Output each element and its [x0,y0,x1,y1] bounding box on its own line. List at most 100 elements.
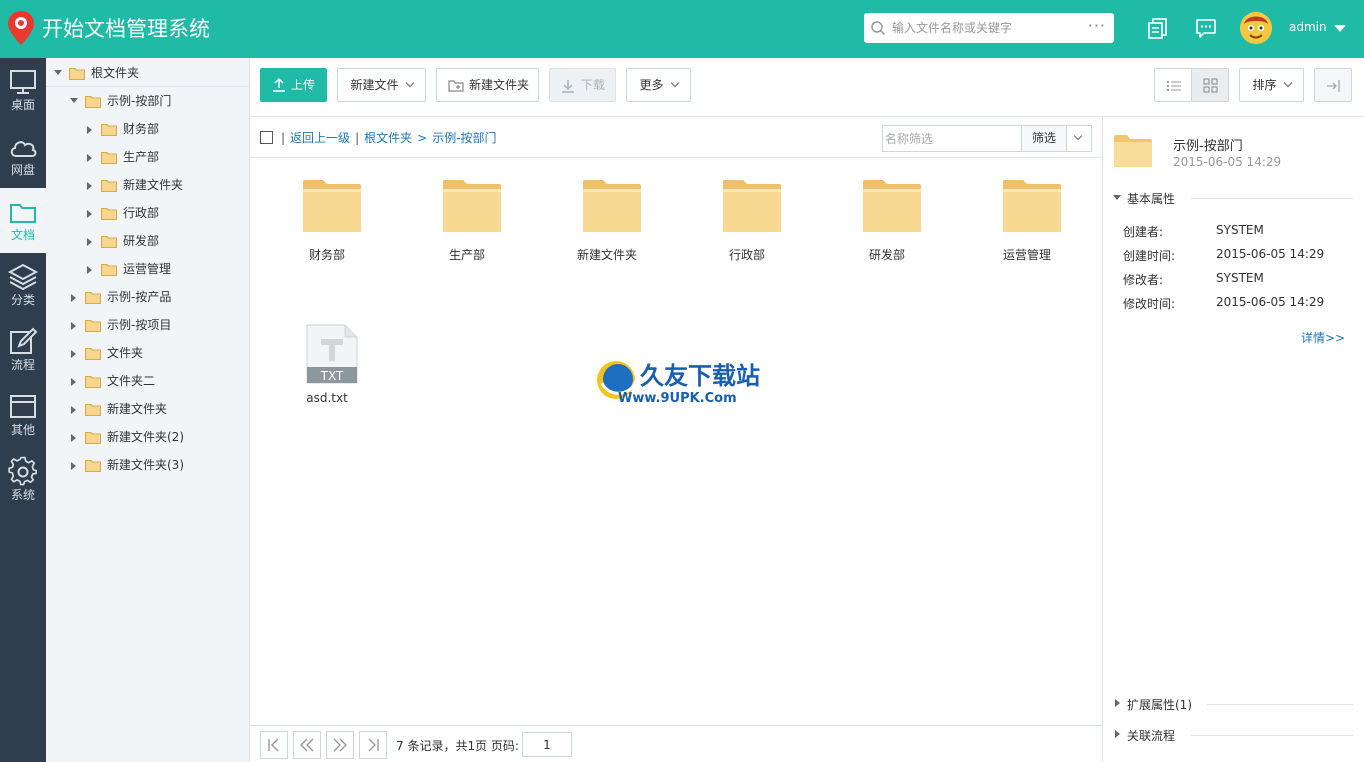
chevron-down-icon [1283,78,1292,88]
nav-desktop[interactable]: 桌面 [0,58,46,123]
tree-item[interactable]: 新建文件夹(3) [70,451,246,479]
breadcrumb-root[interactable]: 根文件夹 [364,131,412,145]
folder-icon [85,404,101,416]
search-icon [871,21,886,36]
basic-props-header[interactable]: 基本属性 [1113,189,1353,209]
select-all-checkbox[interactable] [260,131,273,144]
new-folder-button[interactable]: 新建文件夹 [436,68,539,102]
related-flow-header[interactable]: 关联流程 [1113,726,1353,746]
expand-right-icon[interactable] [71,322,76,330]
tree-item[interactable]: 示例-按部门 [70,87,246,115]
grid-icon [1203,78,1218,93]
watermark-logo: 久友下载站 Www.9UPK.Com [597,361,760,406]
nav-cloud[interactable]: 网盘 [0,123,46,188]
new-file-label: 新建文件 [350,78,399,92]
selected-time: 2015-06-05 14:29 [1173,155,1282,169]
folder-icon [85,432,101,444]
back-link[interactable]: 返回上一级 [290,131,350,145]
expand-right-icon[interactable] [71,406,76,414]
breadcrumb-current[interactable]: 示例-按部门 [432,131,496,145]
documents-icon[interactable] [1146,16,1170,40]
folder-item[interactable]: 行政部 [677,158,817,268]
filter-dropdown-button[interactable] [1066,125,1092,152]
page-number-input[interactable] [522,732,572,757]
expand-right-icon[interactable] [87,154,92,162]
expand-right-icon[interactable] [87,238,92,246]
tree-item[interactable]: 研发部 [86,227,246,255]
expand-down-icon[interactable] [54,70,62,75]
folder-item[interactable]: 生产部 [397,158,537,268]
tree-item-label: 根文件夹 [91,66,140,80]
tree-item[interactable]: 新建文件夹 [86,171,246,199]
user-menu-caret-icon[interactable] [1334,25,1346,32]
avatar-icon [1240,12,1272,44]
watermark-url: Www.9UPK.Com [618,391,737,406]
desktop-icon [10,70,36,94]
details-link[interactable]: 详情>> [1301,329,1345,346]
prev-page-icon [300,738,314,752]
expand-right-icon[interactable] [71,294,76,302]
ext-props-header[interactable]: 扩展属性(1) [1113,695,1353,715]
expand-down-icon[interactable] [70,98,78,103]
folder-icon [85,96,101,108]
expand-right-icon[interactable] [87,182,92,190]
expand-right-icon[interactable] [71,434,76,442]
next-page-button[interactable] [326,731,354,759]
nav-workflow[interactable]: 流程 [0,318,46,383]
collapse-panel-button[interactable] [1314,68,1352,102]
sort-button[interactable]: 排序 [1239,68,1304,102]
more-button[interactable]: 更多 [626,68,691,102]
user-name[interactable]: admin [1289,20,1327,34]
expand-right-icon[interactable] [71,350,76,358]
folder-icon [101,152,117,164]
file-grid: 财务部 生产部 新建文件夹 行政部 研发部 运营管理 TXT asd.txt [250,158,1102,725]
expand-right-icon[interactable] [87,210,92,218]
upload-button[interactable]: 上传 [260,68,327,102]
tree-item[interactable]: 新建文件夹 [70,395,246,423]
nav-category[interactable]: 分类 [0,253,46,318]
expand-right-icon[interactable] [71,462,76,470]
nav-system[interactable]: 系统 [0,448,46,513]
tree-item[interactable]: 财务部 [86,115,246,143]
file-item[interactable]: TXT asd.txt [257,301,397,411]
download-button[interactable]: 下载 [549,68,616,102]
nav-label: 系统 [10,488,35,502]
expand-right-icon[interactable] [87,266,92,274]
prop-key: 创建者: [1123,225,1164,239]
grid-view-button[interactable] [1191,68,1229,102]
folder-icon [101,208,117,220]
search-more-button[interactable]: ··· [1088,17,1106,35]
filter-button[interactable]: 筛选 [1021,125,1067,152]
expand-right-icon[interactable] [87,126,92,134]
folder-icon [85,376,101,388]
tree-item[interactable]: 运营管理 [86,255,246,283]
folder-icon [101,236,117,248]
file-name: asd.txt [306,391,348,405]
tree-item[interactable]: 生产部 [86,143,246,171]
tree-item[interactable]: 示例-按产品 [70,283,246,311]
expand-right-icon[interactable] [71,378,76,386]
list-view-button[interactable] [1154,68,1192,102]
tree-root[interactable]: 根文件夹 [54,59,246,87]
name-filter-input[interactable] [882,125,1022,152]
folder-item[interactable]: 新建文件夹 [537,158,677,268]
tree-item[interactable]: 新建文件夹(2) [70,423,246,451]
folder-item[interactable]: 财务部 [257,158,397,268]
new-file-button[interactable]: 新建文件 [337,68,426,102]
tree-item[interactable]: 行政部 [86,199,246,227]
message-icon[interactable] [1194,16,1218,40]
prev-page-button[interactable] [293,731,321,759]
file-name: 行政部 [728,248,765,262]
folder-item[interactable]: 研发部 [817,158,957,268]
nav-documents[interactable]: 文档 [0,188,46,253]
tree-item[interactable]: 文件夹二 [70,367,246,395]
tree-item[interactable]: 示例-按项目 [70,311,246,339]
last-page-button[interactable] [359,731,387,759]
folder-item[interactable]: 运营管理 [957,158,1097,268]
search-box[interactable]: ··· [864,13,1114,43]
first-page-button[interactable] [260,731,288,759]
search-input[interactable] [892,18,1082,38]
tree-item[interactable]: 文件夹 [70,339,246,367]
nav-other[interactable]: 其他 [0,383,46,448]
avatar[interactable] [1240,12,1272,44]
